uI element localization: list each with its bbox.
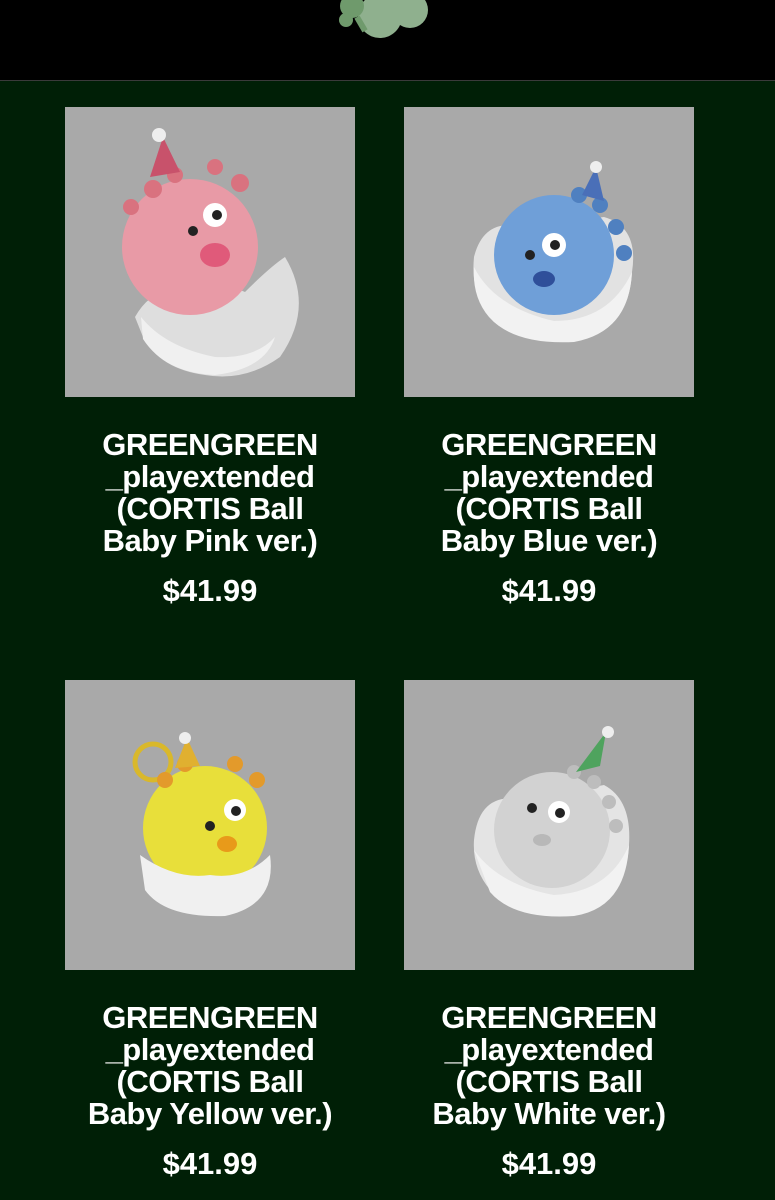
product-image[interactable] bbox=[65, 107, 355, 397]
product-image[interactable] bbox=[404, 680, 694, 970]
site-header bbox=[0, 0, 775, 81]
product-title[interactable]: GREENGREEN _playextended (CORTIS Ball Ba… bbox=[399, 1002, 699, 1130]
product-image[interactable] bbox=[404, 107, 694, 397]
cart-icon[interactable] bbox=[702, 0, 732, 6]
product-price: $41.99 bbox=[162, 573, 258, 608]
plush-body bbox=[122, 179, 258, 315]
product-price: $41.99 bbox=[501, 1146, 597, 1181]
product-price: $41.99 bbox=[162, 1146, 258, 1181]
product-image[interactable] bbox=[65, 680, 355, 970]
clover-logo-icon[interactable] bbox=[318, 0, 448, 50]
product-price: $41.99 bbox=[501, 573, 597, 608]
account-icon[interactable] bbox=[612, 0, 642, 6]
product-title[interactable]: GREENGREEN _playextended (CORTIS Ball Ba… bbox=[60, 1002, 360, 1130]
product-title[interactable]: GREENGREEN _playextended (CORTIS Ball Ba… bbox=[399, 429, 699, 557]
product-title[interactable]: GREENGREEN _playextended (CORTIS Ball Ba… bbox=[60, 429, 360, 557]
plush-body bbox=[494, 772, 610, 888]
